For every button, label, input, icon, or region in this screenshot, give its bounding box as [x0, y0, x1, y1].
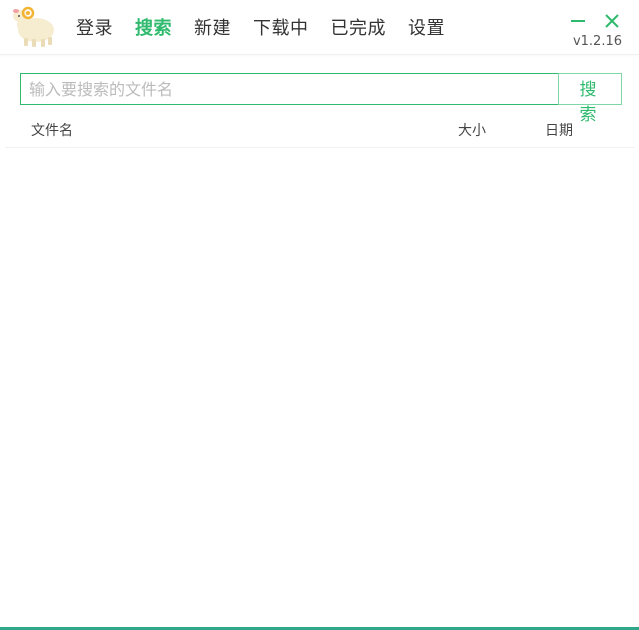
- file-list: [5, 148, 635, 626]
- nav-item-search[interactable]: 搜索: [135, 14, 172, 40]
- main-nav: 登录 搜索 新建 下载中 已完成 设置: [70, 0, 467, 54]
- close-icon[interactable]: [603, 12, 621, 30]
- file-table-header: 文件名 大小 日期: [5, 112, 635, 148]
- column-header-size[interactable]: 大小: [458, 120, 486, 140]
- version-label: v1.2.16: [572, 34, 622, 49]
- window-controls: [569, 12, 621, 30]
- column-header-date[interactable]: 日期: [545, 120, 573, 140]
- nav-item-new[interactable]: 新建: [194, 14, 231, 40]
- nav-item-completed[interactable]: 已完成: [331, 14, 387, 40]
- search-bar: 搜 索: [20, 73, 622, 125]
- column-header-filename[interactable]: 文件名: [31, 120, 73, 140]
- minimize-icon[interactable]: [569, 12, 587, 30]
- search-input[interactable]: [20, 73, 558, 105]
- header-bar: 登录 搜索 新建 下载中 已完成 设置 v1.2.16: [0, 0, 639, 55]
- search-button[interactable]: 搜 索: [558, 73, 622, 125]
- nav-item-downloading[interactable]: 下载中: [253, 14, 309, 40]
- nav-item-login[interactable]: 登录: [76, 14, 113, 40]
- nav-item-settings[interactable]: 设置: [408, 14, 445, 40]
- sheep-logo-icon: [10, 3, 58, 49]
- app-window: 登录 搜索 新建 下载中 已完成 设置 v1.2.16 搜 索: [0, 0, 639, 630]
